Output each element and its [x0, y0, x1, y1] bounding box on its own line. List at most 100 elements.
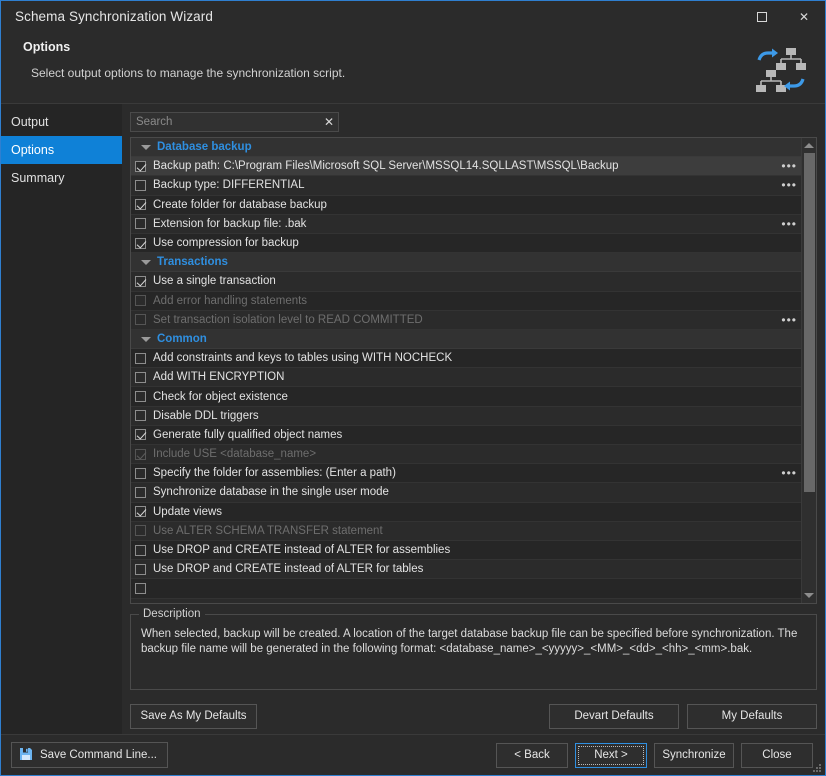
option-ellipsis-button[interactable]: •••	[781, 176, 797, 194]
option-checkbox[interactable]	[135, 275, 146, 287]
option-label: Use a single transaction	[153, 275, 276, 288]
option-row[interactable]: Disable DDL triggers	[131, 406, 801, 426]
close-icon: ✕	[798, 9, 810, 24]
option-row[interactable]: Use DROP and CREATE instead of ALTER for…	[131, 540, 801, 561]
option-checkbox[interactable]	[135, 486, 146, 498]
option-row[interactable]: Check for object existence	[131, 387, 801, 407]
option-row[interactable]: Set transaction isolation level to READ …	[131, 310, 801, 330]
option-ellipsis-button[interactable]: •••	[781, 464, 797, 482]
option-row[interactable]: Backup path: C:\Program Files\Microsoft …	[131, 157, 801, 177]
option-checkbox[interactable]	[135, 506, 146, 518]
option-row[interactable]: Add error handling statements	[131, 291, 801, 311]
option-row[interactable]: Use compression for backup	[131, 233, 801, 254]
sidebar-item-options[interactable]: Options	[1, 136, 122, 164]
option-group-header[interactable]: Common	[131, 329, 801, 350]
option-checkbox[interactable]	[135, 563, 146, 575]
maximize-button[interactable]	[741, 1, 783, 32]
scrollbar-thumb[interactable]	[803, 153, 815, 493]
page-title: Options	[23, 40, 71, 54]
devart-defaults-button[interactable]: Devart Defaults	[549, 703, 679, 729]
option-checkbox[interactable]	[135, 467, 146, 479]
page-subtitle: Select output options to manage the sync…	[31, 66, 346, 80]
sidebar-item-output[interactable]: Output	[1, 108, 122, 136]
next-button[interactable]: Next >	[575, 742, 647, 768]
window-controls: ✕	[741, 1, 825, 32]
options-scrollbar[interactable]	[801, 138, 816, 603]
option-checkbox[interactable]	[135, 429, 146, 441]
synchronize-button[interactable]: Synchronize	[654, 742, 734, 768]
save-as-my-defaults-button[interactable]: Save As My Defaults	[130, 703, 257, 729]
option-row[interactable]: Use DROP and CREATE instead of ALTER for…	[131, 560, 801, 580]
wizard-window: Schema Synchronization Wizard ✕ Options …	[0, 0, 826, 776]
option-checkbox[interactable]	[135, 582, 146, 594]
option-label: Disable DDL triggers	[153, 409, 259, 422]
window-title: Schema Synchronization Wizard	[15, 9, 213, 24]
option-group-header[interactable]: Database backup	[131, 138, 801, 158]
my-defaults-button[interactable]: My Defaults	[687, 703, 817, 729]
option-row[interactable]: Synchronize database in the single user …	[131, 483, 801, 503]
clear-search-icon[interactable]: ✕	[324, 113, 334, 131]
scroll-down-button[interactable]	[802, 588, 817, 603]
close-button[interactable]: ✕	[783, 1, 825, 32]
maximize-icon	[757, 11, 767, 22]
chevron-down-icon[interactable]	[141, 142, 151, 152]
option-checkbox[interactable]	[135, 410, 146, 422]
option-checkbox[interactable]	[135, 160, 146, 172]
options-list-viewport: Database backup Backup path: C:\Program F…	[131, 138, 801, 603]
option-checkbox[interactable]	[135, 179, 146, 191]
option-label: Generate fully qualified object names	[153, 428, 343, 441]
option-row[interactable]: Backup type: DIFFERENTIAL •••	[131, 176, 801, 196]
chevron-down-icon[interactable]	[141, 257, 151, 267]
close-wizard-button[interactable]: Close	[741, 742, 813, 768]
sidebar-item-summary[interactable]: Summary	[1, 164, 122, 192]
wizard-footer: Save Command Line... < Back Next > Synch…	[1, 734, 825, 775]
option-checkbox	[135, 448, 146, 460]
option-label: Backup path: C:\Program Files\Microsoft …	[153, 160, 619, 173]
option-row[interactable]: Use a single transaction	[131, 272, 801, 292]
option-group-header[interactable]: Transactions	[131, 253, 801, 273]
option-ellipsis-button[interactable]: •••	[781, 311, 797, 329]
option-row[interactable]: Update views	[131, 502, 801, 522]
option-row[interactable]: Create folder for database backup	[131, 195, 801, 215]
search-input[interactable]	[131, 113, 338, 131]
option-checkbox[interactable]	[135, 237, 146, 249]
options-pane: ✕ Database backup Backup path: C:\Program…	[122, 104, 825, 734]
option-group-label: Database backup	[157, 141, 252, 154]
option-label: Extension for backup file: .bak	[153, 217, 307, 230]
option-row[interactable]	[131, 579, 801, 599]
option-label: Use DROP and CREATE instead of ALTER for…	[153, 544, 451, 557]
option-row[interactable]: Add constraints and keys to tables using…	[131, 349, 801, 369]
option-label: Set transaction isolation level to READ …	[153, 313, 423, 326]
option-checkbox[interactable]	[135, 391, 146, 403]
option-row[interactable]: Use ALTER SCHEMA TRANSFER statement	[131, 521, 801, 541]
option-checkbox[interactable]	[135, 218, 146, 230]
resize-grip[interactable]	[812, 763, 822, 773]
option-label: Update views	[153, 505, 223, 518]
option-row[interactable]: Generate fully qualified object names	[131, 425, 801, 445]
option-label: Use DROP and CREATE instead of ALTER for…	[153, 563, 424, 576]
option-row[interactable]: Extension for backup file: .bak •••	[131, 214, 801, 234]
option-label: Use ALTER SCHEMA TRANSFER statement	[153, 524, 383, 537]
option-label: Use compression for backup	[153, 237, 299, 250]
scroll-up-button[interactable]	[802, 138, 817, 153]
option-ellipsis-button[interactable]: •••	[781, 215, 797, 233]
option-row[interactable]: Add WITH ENCRYPTION	[131, 368, 801, 388]
option-checkbox[interactable]	[135, 544, 146, 556]
option-label: Specify the folder for assemblies: (Ente…	[153, 467, 396, 480]
wizard-body: Output Options Summary ✕ Database backup Ba…	[1, 104, 825, 734]
option-label: Add constraints and keys to tables using…	[153, 352, 453, 365]
chevron-down-icon[interactable]	[141, 334, 151, 344]
save-command-line-button[interactable]: Save Command Line...	[11, 742, 168, 768]
back-button[interactable]: < Back	[496, 742, 568, 768]
scrollbar-track[interactable]	[802, 153, 817, 588]
option-row[interactable]: Include USE <database_name>	[131, 445, 801, 465]
option-label: Add WITH ENCRYPTION	[153, 371, 285, 384]
option-checkbox[interactable]	[135, 352, 146, 364]
option-row[interactable]: Specify the folder for assemblies: (Ente…	[131, 464, 801, 484]
search-box[interactable]: ✕	[130, 112, 339, 132]
description-legend: Description	[139, 608, 205, 620]
option-ellipsis-button[interactable]: •••	[781, 157, 797, 175]
option-checkbox[interactable]	[135, 371, 146, 383]
option-label: Backup type: DIFFERENTIAL	[153, 179, 305, 192]
option-checkbox[interactable]	[135, 199, 146, 211]
